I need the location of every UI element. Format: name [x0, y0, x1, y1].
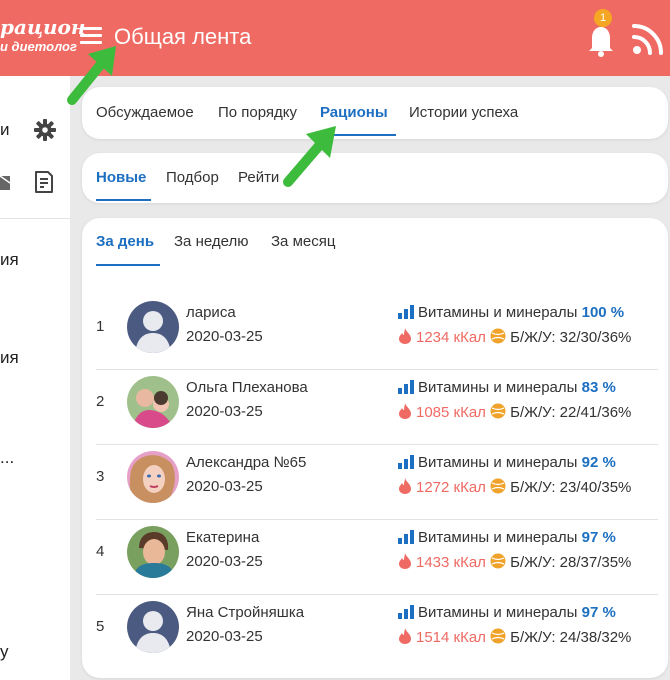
page-title: Общая лента [114, 24, 252, 49]
green-arrow-icon [67, 46, 116, 105]
vitamins-label: Витамины и минералы [418, 304, 578, 321]
sidebar-item-label[interactable]: ия [0, 250, 19, 270]
flame-icon [399, 328, 411, 344]
avatar[interactable] [127, 526, 179, 578]
vitamins-label: Витамины и минералы [418, 379, 578, 396]
rank-number: 4 [96, 543, 105, 560]
bar-chart-icon [398, 380, 414, 394]
feed-tabs: Обсуждаемое По порядку Рационы Истории у… [82, 87, 668, 139]
notification-badge: 1 [594, 9, 612, 27]
bju-value: Б/Ж/У: 24/38/32% [510, 629, 632, 646]
vitamins-percent: 97 % [581, 529, 616, 546]
kcal-value: 1085 кКал [416, 404, 486, 421]
rank-number: 1 [96, 318, 105, 335]
sidebar: и ия ия ... у [0, 76, 70, 680]
flame-icon [399, 403, 411, 419]
ration-date: 2020-03-25 [186, 628, 263, 645]
vitamins-stat: Витамины и минералы 83 % [398, 379, 616, 396]
vitamins-percent: 83 % [581, 379, 616, 396]
vitamins-label: Витамины и минералы [418, 529, 578, 546]
tab-per-month[interactable]: За месяц [271, 233, 335, 250]
vitamins-stat: Витамины и минералы 97 % [398, 529, 616, 546]
ration-date: 2020-03-25 [186, 403, 263, 420]
avatar[interactable] [127, 601, 179, 653]
vitamins-label: Витамины и минералы [418, 604, 578, 621]
bar-chart-icon [398, 455, 414, 469]
flame-icon [399, 553, 411, 569]
list-item[interactable]: 1 лариса 2020-03-25 Витамины и минералы … [96, 290, 658, 365]
avatar[interactable] [127, 451, 179, 503]
bju-value: Б/Ж/У: 22/41/36% [510, 404, 632, 421]
list-item[interactable]: 5 Яна Стройняшка 2020-03-25 Витамины и м… [96, 590, 658, 665]
user-name[interactable]: Ольга Плеханова [186, 379, 308, 396]
kcal-value: 1272 кКал [416, 479, 486, 496]
flame-icon [399, 628, 411, 644]
user-name[interactable]: Яна Стройняшка [186, 604, 304, 621]
nutrient-ball-icon [490, 553, 506, 569]
avatar[interactable] [127, 301, 179, 353]
list-item[interactable]: 2 Ольга Плеханова 2020-03-25 Витамины и … [96, 365, 658, 440]
bar-chart-icon [398, 530, 414, 544]
tab-success-stories[interactable]: Истории успеха [409, 104, 518, 121]
nutrient-ball-icon [490, 478, 506, 494]
sidebar-item-label[interactable]: и [0, 120, 10, 140]
bju-value: Б/Ж/У: 32/30/36% [510, 329, 632, 346]
bju-value: Б/Ж/У: 28/37/35% [510, 554, 632, 571]
tab-per-week[interactable]: За неделю [174, 233, 248, 250]
nutrient-ball-icon [490, 403, 506, 419]
sort-tabs: Новые Подбор Рейти [82, 153, 668, 203]
mail-icon[interactable] [0, 174, 12, 192]
list-item[interactable]: 4 Екатерина 2020-03-25 Витамины и минера… [96, 515, 658, 590]
rss-icon[interactable] [631, 22, 665, 56]
logo-title: рацион [0, 15, 86, 39]
nutrient-ball-icon [490, 328, 506, 344]
tab-per-day[interactable]: За день [96, 233, 154, 250]
kcal-value: 1433 кКал [416, 554, 486, 571]
flame-icon [399, 478, 411, 494]
rank-number: 3 [96, 468, 105, 485]
tab-selection[interactable]: Подбор [166, 169, 219, 186]
list-item[interactable]: 3 Александра №65 2020-03-25 Витамины и м… [96, 440, 658, 515]
bar-chart-icon [398, 605, 414, 619]
edit-document-icon[interactable] [33, 170, 55, 196]
ration-date: 2020-03-25 [186, 328, 263, 345]
rank-number: 2 [96, 393, 105, 410]
vitamins-stat: Витамины и минералы 100 % [398, 304, 624, 321]
user-name[interactable]: Александра №65 [186, 454, 306, 471]
ration-date: 2020-03-25 [186, 553, 263, 570]
green-arrow-icon [283, 126, 336, 187]
sidebar-item-label[interactable]: ... [0, 448, 14, 468]
kcal-value: 1234 кКал [416, 329, 486, 346]
nutrient-ball-icon [490, 628, 506, 644]
sidebar-item-label[interactable]: у [0, 642, 9, 662]
ration-date: 2020-03-25 [186, 478, 263, 495]
user-name[interactable]: Екатерина [186, 529, 259, 546]
vitamins-percent: 97 % [581, 604, 616, 621]
active-tab-indicator [96, 264, 160, 266]
vitamins-percent: 100 % [581, 304, 625, 321]
sidebar-divider [0, 218, 70, 219]
vitamins-label: Витамины и минералы [418, 454, 578, 471]
rations-list: За день За неделю За месяц 1 лариса 2020… [82, 218, 668, 678]
energy-stat: 1272 кКал Б/Ж/У: 23/40/35% [398, 478, 631, 496]
avatar[interactable] [127, 376, 179, 428]
energy-stat: 1433 кКал Б/Ж/У: 28/37/35% [398, 553, 631, 571]
bar-chart-icon [398, 305, 414, 319]
energy-stat: 1234 кКал Б/Ж/У: 32/30/36% [398, 328, 631, 346]
tab-new[interactable]: Новые [96, 169, 146, 186]
active-tab-indicator [96, 199, 151, 201]
vitamins-percent: 92 % [581, 454, 616, 471]
vitamins-stat: Витамины и минералы 97 % [398, 604, 616, 621]
user-name[interactable]: лариса [186, 304, 236, 321]
energy-stat: 1085 кКал Б/Ж/У: 22/41/36% [398, 403, 631, 421]
energy-stat: 1514 кКал Б/Ж/У: 24/38/32% [398, 628, 631, 646]
bju-value: Б/Ж/У: 23/40/35% [510, 479, 632, 496]
sidebar-item-label[interactable]: ия [0, 348, 19, 368]
kcal-value: 1514 кКал [416, 629, 486, 646]
gear-icon[interactable] [33, 118, 57, 142]
vitamins-stat: Витамины и минералы 92 % [398, 454, 616, 471]
rank-number: 5 [96, 618, 105, 635]
